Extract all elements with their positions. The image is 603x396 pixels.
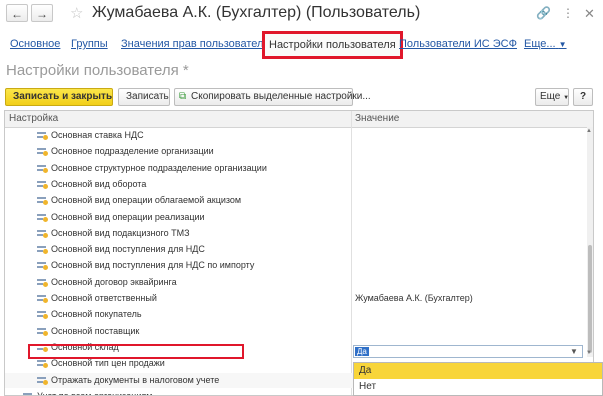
setting-value[interactable]: Жумабаева А.К. (Бухгалтер) [355,291,473,306]
setting-icon [37,310,48,320]
setting-icon [37,180,48,189]
tab-bar: Основное Группы Значения прав пользовате… [0,28,603,59]
setting-icon [23,392,33,395]
setting-name: Основной поставщик [51,325,140,336]
setting-name: Основной вид поступления для НДС по импо… [51,260,255,271]
chevron-down-icon: ▼ [563,95,570,101]
setting-icon [37,213,48,222]
title-bar: ← → ☆ Жумабаева А.К. (Бухгалтер) (Пользо… [0,0,603,28]
scroll-down-icon[interactable]: ▼ [586,350,592,356]
table-row[interactable]: Основное подразделение организации [5,144,585,159]
form-title: Настройки пользователя * [6,62,189,79]
arrow-right-icon: → [36,7,48,21]
tab-rights-values[interactable]: Значения прав пользователя [121,38,269,50]
link-icon[interactable]: 🔗 [536,6,551,20]
table-header: Настройка Значение [5,111,593,128]
settings-table: Настройка Значение Основная ставка НДС Ос… [4,110,594,396]
arrow-left-icon: ← [11,7,23,21]
back-button[interactable]: ← [6,4,28,22]
setting-name: Основная ставка НДС [51,130,144,140]
table-row[interactable]: Основной вид оборота [5,177,585,192]
window-title: Жумабаева А.К. (Бухгалтер) (Пользователь… [92,4,421,21]
setting-icon [37,261,48,271]
copy-icon: ⧉ [179,91,187,102]
setting-name: Основной вид оборота [51,178,147,189]
setting-icon [37,245,48,255]
table-row[interactable]: Основное структурное подразделение орган… [5,161,585,176]
close-icon[interactable]: ✕ [584,6,595,22]
setting-icon [37,131,48,140]
more-button[interactable]: Еще ▼ [535,88,569,106]
table-row[interactable]: Основной вид операции реализации [5,210,585,225]
table-row[interactable]: Основной ответственный Жумабаева А.К. (Бу… [5,291,585,306]
table-row[interactable]: Основная ставка НДС [5,128,585,143]
more-icon[interactable]: ⋮ [562,6,574,20]
value-dropdown-field[interactable]: Да [353,345,583,358]
setting-icon [37,196,48,206]
copy-settings-button[interactable]: ⧉ Скопировать выделенные настройки... [174,88,371,106]
star-icon[interactable]: ☆ [70,4,83,22]
table-row[interactable]: Основной покупатель [5,307,585,322]
tab-main[interactable]: Основное [10,38,60,50]
setting-name: Основное структурное подразделение орган… [51,162,267,173]
setting-icon [37,147,48,157]
setting-name: Учет по всем организациям [37,390,153,396]
setting-name: Отражать документы в налоговом учете [51,374,220,385]
setting-icon [37,278,48,287]
table-row[interactable]: Основной договор эквайринга [5,275,585,290]
toolbar: Записать и закрыть Записать ⧉ Скопироват… [0,86,603,110]
tab-more[interactable]: Еще... ▼ [524,38,567,50]
setting-name: Основной вид операции реализации [51,211,205,222]
scroll-up-icon[interactable]: ▲ [586,128,592,134]
setting-icon [37,376,48,385]
tab-user-settings[interactable]: Настройки пользователя [262,31,403,59]
setting-name: Основной покупатель [51,309,142,320]
scrollbar-thumb[interactable] [588,245,592,353]
setting-name: Основной договор эквайринга [51,276,177,287]
dropdown-option-yes[interactable]: Да [354,363,602,379]
selected-value: Да [355,347,369,356]
tab-groups[interactable]: Группы [71,38,108,50]
setting-icon [37,294,48,303]
setting-icon [37,327,48,336]
dropdown-option-no[interactable]: Нет [354,379,602,395]
setting-icon [37,229,48,238]
setting-name: Основной вид подакцизного ТМЗ [51,227,190,238]
table-row[interactable]: Основной вид поступления для НДС [5,242,585,257]
chevron-down-icon: ▼ [558,40,567,49]
highlight-box [28,344,244,359]
column-header-setting[interactable]: Настройка [9,113,58,124]
chevron-down-icon[interactable]: ▼ [570,347,578,356]
help-button[interactable]: ? [573,88,593,106]
setting-icon [37,164,48,173]
tab-esf-users[interactable]: Пользователи ИС ЭСФ [399,38,517,50]
save-button[interactable]: Записать [118,88,170,106]
setting-icon [37,359,48,369]
table-row[interactable]: Основной вид подакцизного ТМЗ [5,226,585,241]
setting-name: Основной вид операции облагаемой акцизом [51,195,242,206]
setting-name: Основной вид поступления для НДС [51,244,205,255]
forward-button[interactable]: → [31,4,53,22]
column-header-value[interactable]: Значение [355,113,399,124]
setting-name: Основной ответственный [51,293,157,303]
save-and-close-button[interactable]: Записать и закрыть [5,88,113,106]
table-row[interactable]: Основной поставщик [5,324,585,339]
table-row[interactable]: Основной вид операции облагаемой акцизом [5,193,585,208]
setting-name: Основное подразделение организации [51,146,214,157]
table-row[interactable]: Основной вид поступления для НДС по импо… [5,258,585,273]
value-dropdown-list: Да Нет [353,362,603,396]
